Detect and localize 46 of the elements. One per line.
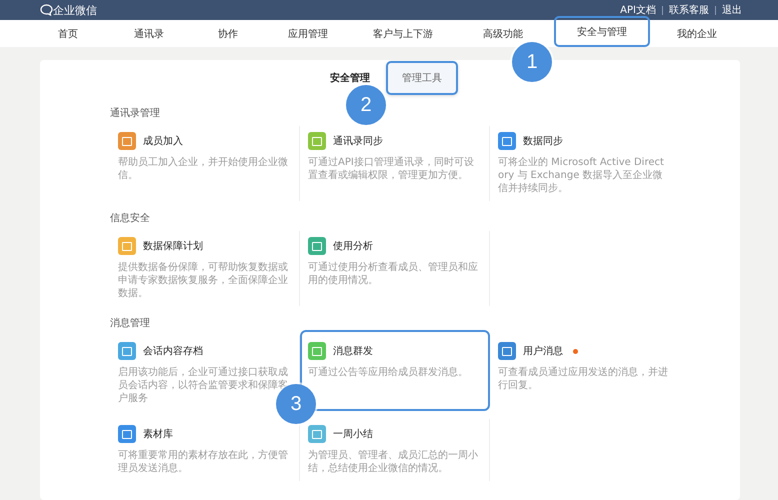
- card-description: 可通过API接口管理通讯录，同时可设置查看或编辑权限，管理更加方便。: [308, 156, 475, 182]
- nav-tab[interactable]: 安全与管理: [554, 16, 650, 47]
- tool-card[interactable]: 通讯录同步 可通过API接口管理通讯录，同时可设置查看或编辑权限，管理更加方便。: [300, 126, 490, 201]
- card-title[interactable]: 会话内容存档: [143, 344, 203, 358]
- header-link[interactable]: 退出: [716, 3, 748, 17]
- sub-tab[interactable]: 安全管理: [322, 71, 378, 85]
- callout-number: 2: [346, 85, 386, 125]
- logo-text: 企业微信: [53, 2, 97, 18]
- card-description: 可将重要常用的素材存放在此，方便管理员发送消息。: [118, 449, 289, 475]
- card-description: 可通过使用分析查看成员、管理员和应用的使用情况。: [308, 261, 479, 287]
- card-title[interactable]: 素材库: [143, 427, 173, 441]
- chat-bubble-icon: [40, 4, 53, 16]
- nav-tab[interactable]: 协作: [210, 20, 246, 47]
- card-description: 提供数据备份保障，可帮助恢复数据或申请专家数据恢复服务，全面保障企业数据。: [118, 261, 289, 300]
- tool-card[interactable]: 数据同步 可将企业的 Microsoft Active Directory 与 Exchange 数据导入至企业微信并持续同步。: [490, 126, 680, 201]
- card-title[interactable]: 用户消息: [523, 344, 563, 358]
- tool-card[interactable]: 一周小结 为管理员、管理者、成员汇总的一周小结，总结使用企业微信的情况。: [300, 419, 490, 481]
- tool-card[interactable]: 用户消息 可查看成员通过应用发送的消息，并进行回复。: [490, 336, 680, 411]
- card-title[interactable]: 使用分析: [333, 239, 373, 253]
- card-title[interactable]: 一周小结: [333, 427, 373, 441]
- nav-tab[interactable]: 应用管理: [280, 20, 336, 47]
- card-description: 为管理员、管理者、成员汇总的一周小结，总结使用企业微信的情况。: [308, 449, 479, 475]
- section-title: 通讯录管理: [110, 106, 160, 121]
- card-description: 可查看成员通过应用发送的消息，并进行回复。: [498, 366, 669, 392]
- nav-tab[interactable]: 客户与上下游: [365, 20, 441, 47]
- nav-tab[interactable]: 我的企业: [669, 20, 725, 47]
- card-title[interactable]: 消息群发: [333, 344, 373, 358]
- tool-card[interactable]: 数据保障计划 提供数据备份保障，可帮助恢复数据或申请专家数据恢复服务，全面保障企业数据。: [110, 231, 300, 306]
- tool-card[interactable]: 素材库 可将重要常用的素材存放在此，方便管理员发送消息。: [110, 419, 300, 481]
- tool-card[interactable]: 成员加入 帮助员工加入企业，并开始使用企业微信。: [110, 126, 300, 201]
- card-title[interactable]: 通讯录同步: [333, 134, 383, 148]
- callout-number: 1: [512, 42, 552, 82]
- sub-tab[interactable]: 管理工具: [386, 61, 458, 95]
- section-title: 信息安全: [110, 212, 150, 226]
- card-description: 帮助员工加入企业，并开始使用企业微信。: [118, 156, 289, 182]
- card-title[interactable]: 数据同步: [523, 134, 563, 148]
- header-link[interactable]: 联系客服: [663, 3, 715, 17]
- tool-card[interactable]: 使用分析 可通过使用分析查看成员、管理员和应用的使用情况。: [300, 231, 490, 306]
- header-link[interactable]: API文档: [614, 3, 662, 17]
- nav-tab[interactable]: 首页: [50, 20, 86, 47]
- card-description: 可通过公告等应用给成员群发消息。: [308, 366, 469, 379]
- section-title: 消息管理: [110, 316, 150, 331]
- card-title[interactable]: 数据保障计划: [143, 239, 203, 253]
- card-title[interactable]: 成员加入: [143, 134, 183, 148]
- nav-tab[interactable]: 通讯录: [126, 20, 172, 47]
- card-description: 可将企业的 Microsoft Active Directory 与 Exchange 数据导入至企业微信并持续同步。: [498, 156, 665, 195]
